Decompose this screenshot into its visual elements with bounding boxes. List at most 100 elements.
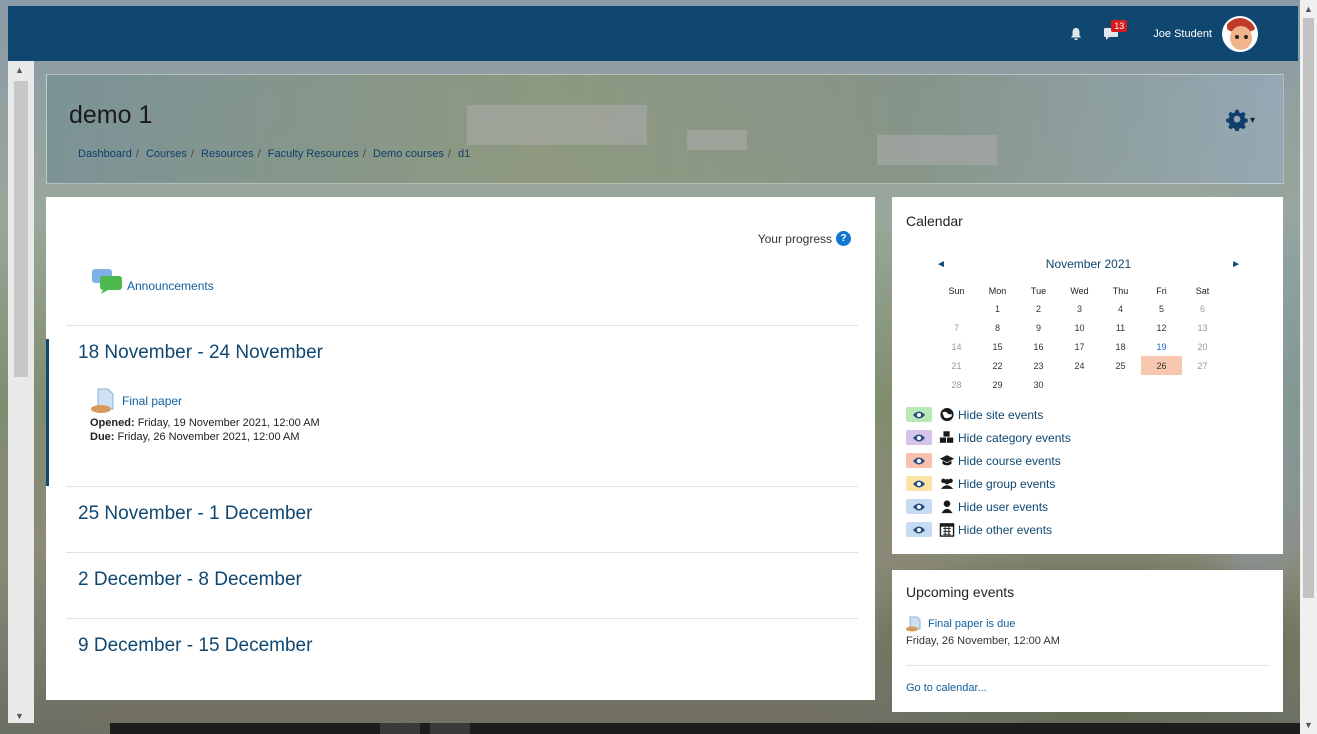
- filter-toggle[interactable]: Hide course events: [906, 449, 1071, 472]
- calendar-day[interactable]: 19: [1141, 337, 1182, 356]
- upcoming-events-title: Upcoming events: [906, 584, 1015, 600]
- weekday-header: Tue: [1030, 286, 1047, 296]
- calendar-day[interactable]: 12: [1141, 318, 1182, 337]
- filter-toggle[interactable]: Hide group events: [906, 472, 1071, 495]
- scroll-up-icon[interactable]: ▲: [15, 65, 24, 75]
- calendar-day[interactable]: 15: [977, 337, 1018, 356]
- filter-toggle[interactable]: Hide user events: [906, 495, 1071, 518]
- calendar-title: Calendar: [906, 213, 963, 229]
- calendar-day[interactable]: 10: [1059, 318, 1100, 337]
- calendar-day[interactable]: 1: [977, 299, 1018, 318]
- calendar-day[interactable]: 4: [1100, 299, 1141, 318]
- calendar-day[interactable]: 8: [977, 318, 1018, 337]
- user-avatar[interactable]: [1222, 15, 1258, 52]
- filter-label[interactable]: Hide other events: [958, 523, 1052, 537]
- current-section-indicator: [46, 339, 49, 486]
- notification-bell-icon[interactable]: [1069, 27, 1083, 41]
- section-title[interactable]: 9 December - 15 December: [78, 635, 312, 657]
- calendar-day[interactable]: 9: [1018, 318, 1059, 337]
- filter-toggle[interactable]: Hide other events: [906, 518, 1071, 541]
- users-icon: [938, 476, 956, 492]
- calendar-day[interactable]: 3: [1059, 299, 1100, 318]
- breadcrumb-demo-courses[interactable]: Demo courses: [373, 148, 444, 160]
- calendar-day[interactable]: 25: [1100, 356, 1141, 375]
- filter-label[interactable]: Hide site events: [958, 408, 1043, 422]
- assignment-icon: [91, 388, 114, 413]
- calendar-day[interactable]: 5: [1141, 299, 1182, 318]
- breadcrumb-courses[interactable]: Courses: [146, 148, 187, 160]
- calendar-day[interactable]: 22: [977, 356, 1018, 375]
- eye-icon[interactable]: [906, 499, 932, 514]
- page-scrollbar[interactable]: ▲ ▼: [1300, 0, 1317, 734]
- filter-label[interactable]: Hide course events: [958, 454, 1061, 468]
- next-month-icon[interactable]: ►: [1231, 259, 1241, 270]
- scrollbar-thumb[interactable]: [14, 81, 28, 377]
- user-name[interactable]: Joe Student: [1153, 28, 1212, 40]
- calendar-day[interactable]: 30: [1018, 375, 1059, 394]
- eye-icon[interactable]: [906, 407, 932, 422]
- eye-icon[interactable]: [906, 522, 932, 537]
- calendar-day[interactable]: 16: [1018, 337, 1059, 356]
- breadcrumb-faculty-resources[interactable]: Faculty Resources: [268, 148, 359, 160]
- calendar-day[interactable]: 6: [1182, 299, 1223, 318]
- eye-icon[interactable]: [906, 476, 932, 491]
- eye-icon[interactable]: [906, 430, 932, 445]
- scroll-up-icon[interactable]: ▲: [1304, 4, 1313, 14]
- section-divider: [66, 325, 858, 326]
- filter-label[interactable]: Hide user events: [958, 500, 1048, 514]
- calendar-day[interactable]: 14: [936, 337, 977, 356]
- breadcrumb-resources[interactable]: Resources: [201, 148, 254, 160]
- upcoming-events-block: Upcoming events Final paper is due Frida…: [892, 570, 1283, 712]
- upcoming-event-link[interactable]: Final paper is due: [928, 618, 1015, 630]
- calendar-day[interactable]: 17: [1059, 337, 1100, 356]
- announcements-activity[interactable]: Announcements: [91, 267, 214, 295]
- calendar-day[interactable]: 21: [936, 356, 977, 375]
- previous-month-icon[interactable]: ◄: [936, 259, 946, 270]
- scroll-down-icon[interactable]: ▼: [1304, 720, 1313, 730]
- course-content: Your progress ? Announcements 18 Novembe…: [46, 197, 875, 700]
- section-title[interactable]: 2 December - 8 December: [78, 569, 302, 591]
- calendar-day[interactable]: 18: [1100, 337, 1141, 356]
- calendar-day[interactable]: 24: [1059, 356, 1100, 375]
- calendar-day[interactable]: 26: [1141, 356, 1182, 375]
- section-title[interactable]: 25 November - 1 December: [78, 503, 312, 525]
- calendar-day[interactable]: 11: [1100, 318, 1141, 337]
- filter-label[interactable]: Hide category events: [958, 431, 1071, 445]
- help-icon[interactable]: ?: [836, 231, 851, 246]
- drawer-scrollbar[interactable]: ▲ ▼: [8, 61, 34, 723]
- breadcrumb-d1[interactable]: d1: [458, 148, 470, 160]
- eye-icon[interactable]: [906, 453, 932, 468]
- final-paper-link[interactable]: Final paper: [122, 394, 182, 408]
- calendar-day: [1100, 375, 1141, 394]
- notification-count-badge: 13: [1111, 19, 1128, 32]
- scroll-down-icon[interactable]: ▼: [15, 711, 24, 721]
- announcements-link[interactable]: Announcements: [127, 279, 214, 293]
- filter-toggle[interactable]: Hide site events: [906, 403, 1071, 426]
- weekday-header: Sat: [1195, 286, 1210, 296]
- course-settings-button[interactable]: ▾: [1226, 109, 1255, 131]
- section-divider: [66, 552, 858, 553]
- scrollbar-thumb[interactable]: [1303, 18, 1314, 598]
- breadcrumb-dashboard[interactable]: Dashboard: [78, 148, 132, 160]
- calendar-day[interactable]: 13: [1182, 318, 1223, 337]
- go-to-calendar-link[interactable]: Go to calendar...: [906, 682, 987, 694]
- gear-icon: [1226, 109, 1248, 131]
- upcoming-event-item: Final paper is due Friday, 26 November, …: [906, 616, 1060, 647]
- calendar-day[interactable]: 29: [977, 375, 1018, 394]
- progress-label: Your progress ?: [758, 231, 851, 246]
- calendar-grid: Sun Mon Tue Wed Thu Fri Sat 1 2 3 4 5 6 7 8 9 10 11 12 13 1…: [936, 283, 1223, 394]
- messages-button[interactable]: 13: [1103, 19, 1128, 41]
- calendar-month[interactable]: November 2021: [1046, 257, 1131, 271]
- weekday-header: Sun: [948, 286, 965, 296]
- calendar-day[interactable]: 20: [1182, 337, 1223, 356]
- calendar-day[interactable]: 28: [936, 375, 977, 394]
- calendar-day[interactable]: 23: [1018, 356, 1059, 375]
- filter-toggle[interactable]: Hide category events: [906, 426, 1071, 449]
- section-title[interactable]: 18 November - 24 November: [78, 342, 323, 364]
- calendar-day[interactable]: 7: [936, 318, 977, 337]
- filter-label[interactable]: Hide group events: [958, 477, 1055, 491]
- section-divider: [66, 618, 858, 619]
- calendar-navigation: ◄ November 2021 ►: [936, 257, 1241, 271]
- calendar-day[interactable]: 2: [1018, 299, 1059, 318]
- calendar-day[interactable]: 27: [1182, 356, 1223, 375]
